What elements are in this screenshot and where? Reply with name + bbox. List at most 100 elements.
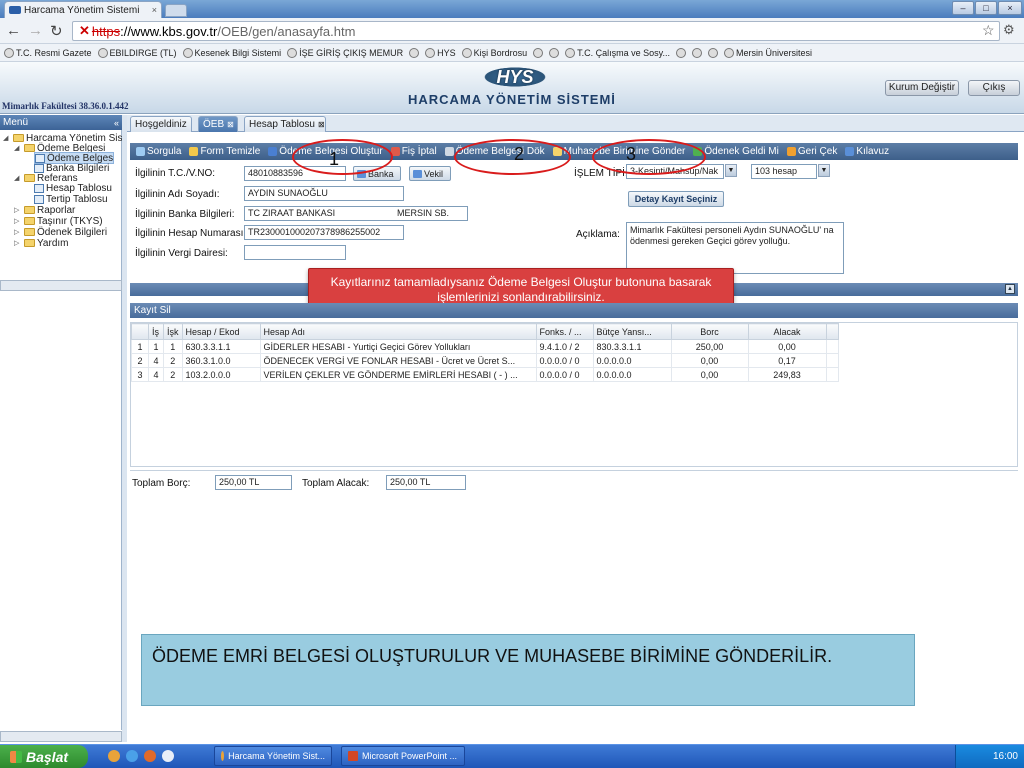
panel-splitter[interactable] bbox=[122, 115, 127, 742]
expanded-arrow-icon[interactable]: ◢ bbox=[14, 144, 22, 152]
taskbar-item-browser[interactable]: Harcama Yönetim Sist... bbox=[214, 746, 332, 766]
menu-bottom-scrollbar[interactable] bbox=[0, 731, 122, 742]
vekil-button[interactable]: Vekil bbox=[409, 166, 451, 181]
toolbar-button-label: Sorgula bbox=[147, 146, 182, 157]
grid-column-header[interactable]: Hesap / Ekod bbox=[181, 323, 261, 340]
close-tab-icon[interactable]: ⊠ bbox=[318, 120, 325, 129]
change-institution-button[interactable]: Kurum Değiştir bbox=[885, 80, 959, 96]
page-tab[interactable]: Hesap Tablosu ⊠ bbox=[244, 116, 326, 132]
menu-item[interactable]: ▷ Yardım bbox=[14, 237, 69, 249]
hesap-dropdown-icon[interactable]: ▼ bbox=[818, 164, 830, 177]
table-cell: 2 bbox=[131, 353, 149, 368]
bookmark-item[interactable] bbox=[549, 47, 560, 58]
expand-icon[interactable]: ▲ bbox=[1005, 284, 1015, 294]
collapsed-arrow-icon[interactable]: ▷ bbox=[14, 228, 22, 236]
toolbar-button[interactable]: Fiş İptal bbox=[390, 146, 437, 157]
bookmark-label: Kişi Bordrosu bbox=[473, 47, 528, 58]
quicklaunch-ie-icon[interactable] bbox=[126, 750, 138, 762]
grid-column-header[interactable]: Hesap Adı bbox=[259, 323, 537, 340]
expanded-arrow-icon[interactable]: ◢ bbox=[3, 134, 11, 142]
iban-input[interactable]: TR230001000207378986255002 bbox=[244, 225, 404, 240]
grid-column-header[interactable] bbox=[131, 323, 149, 340]
menu-horizontal-scrollbar[interactable] bbox=[0, 280, 122, 291]
close-window-icon[interactable]: × bbox=[998, 1, 1022, 15]
grid-header-row: İş İşk Hesap / Ekod Hesap Adı Fonks. / ... Bü… bbox=[131, 323, 839, 340]
grid-column-header[interactable]: İşk bbox=[163, 323, 183, 340]
taskbar-item-powerpoint[interactable]: Microsoft PowerPoint ... bbox=[341, 746, 465, 766]
records-grid: İş İşk Hesap / Ekod Hesap Adı Fonks. / ... Bü… bbox=[130, 322, 1018, 467]
bookmark-item[interactable] bbox=[533, 47, 544, 58]
collapsed-arrow-icon[interactable]: ▷ bbox=[14, 206, 22, 214]
reload-icon[interactable]: ↻ bbox=[50, 22, 63, 40]
collapse-menu-icon[interactable]: « bbox=[114, 116, 119, 131]
quicklaunch-desktop-icon[interactable] bbox=[162, 750, 174, 762]
hesap-select[interactable]: 103 hesap bbox=[751, 164, 817, 179]
address-bar[interactable]: ✕ https://www.kbs.gov.tr/OEB/gen/anasayf… bbox=[72, 21, 1000, 41]
grid-column-header[interactable]: Fonks. / ... bbox=[535, 323, 594, 340]
bookmark-icon bbox=[97, 47, 108, 58]
bookmark-item[interactable] bbox=[708, 47, 719, 58]
collapsed-arrow-icon[interactable]: ▷ bbox=[14, 239, 22, 247]
bookmark-item[interactable]: T.C. Çalışma ve Sosy... bbox=[565, 47, 670, 58]
bookmark-item[interactable]: Mersin Üniversitesi bbox=[724, 47, 812, 58]
bookmark-item[interactable]: İŞE GİRİŞ ÇIKIŞ MEMUR bbox=[287, 47, 403, 58]
total-credit-label: Toplam Alacak: bbox=[302, 478, 370, 489]
logout-button[interactable]: Çıkış bbox=[968, 80, 1020, 96]
bookmark-label: T.C. Resmi Gazete bbox=[16, 47, 92, 58]
tax-office-input[interactable] bbox=[244, 245, 346, 260]
quicklaunch-chrome-icon[interactable] bbox=[108, 750, 120, 762]
collapsed-arrow-icon[interactable]: ▷ bbox=[14, 217, 22, 225]
start-button[interactable]: Başlat bbox=[0, 745, 88, 768]
grid-header[interactable]: Kayıt Sil bbox=[130, 303, 1018, 318]
maximize-icon[interactable]: □ bbox=[975, 1, 997, 15]
minimize-icon[interactable]: – bbox=[952, 1, 974, 15]
page-tab[interactable]: Hoşgeldiniz bbox=[130, 116, 192, 132]
page-tab[interactable]: ÖEB ⊠ bbox=[198, 116, 238, 132]
bookmark-item[interactable]: Kişi Bordrosu bbox=[461, 47, 528, 58]
grid-column-header[interactable]: Bütçe Yansı... bbox=[592, 323, 672, 340]
table-cell bbox=[825, 339, 839, 354]
bank-info-input[interactable]: TC ZIRAAT BANKASI MERSIN SB. bbox=[244, 206, 468, 221]
bookmark-item[interactable]: EBILDIRGE (TL) bbox=[97, 47, 177, 58]
toolbar-button[interactable]: Geri Çek bbox=[786, 146, 837, 157]
menu-item-label: Hesap Tablosu bbox=[46, 182, 112, 194]
bookmark-item[interactable] bbox=[409, 47, 420, 58]
table-row[interactable]: 3 4 2 103.2.0.0.0 VERİLEN ÇEKLER VE GÖNDERME… bbox=[131, 367, 839, 382]
back-icon[interactable]: ← bbox=[6, 22, 21, 39]
table-row[interactable]: 1 1 1 630.3.3.1.1 GİDERLER HESABI - Yurtiçi … bbox=[131, 339, 839, 354]
grid-column-header[interactable] bbox=[825, 323, 839, 340]
bookmark-item[interactable]: T.C. Resmi Gazete bbox=[4, 47, 92, 58]
star-icon[interactable]: ☆ bbox=[982, 22, 995, 39]
toolbar-button[interactable]: Kılavuz bbox=[845, 146, 889, 157]
folder-icon bbox=[24, 206, 35, 214]
browser-tab[interactable]: Harcama Yönetim Sistemi × bbox=[4, 1, 162, 18]
bank-branch: MERSIN SB. bbox=[397, 208, 450, 218]
aciklama-textarea[interactable]: Mimarlık Fakültesi personeli Aydın SUNAO… bbox=[626, 222, 844, 274]
table-cell: 0,00 bbox=[670, 353, 749, 368]
vekil-button-label: Vekil bbox=[424, 168, 444, 179]
bookmark-icon bbox=[724, 47, 735, 58]
quicklaunch-firefox-icon[interactable] bbox=[144, 750, 156, 762]
bookmark-item[interactable] bbox=[676, 47, 687, 58]
close-tab-icon[interactable]: × bbox=[152, 5, 157, 15]
grid-column-header[interactable]: Borc bbox=[670, 323, 749, 340]
name-input[interactable]: AYDIN SUNAOĞLU bbox=[244, 186, 404, 201]
toolbar-icon bbox=[189, 147, 199, 156]
bookmark-item[interactable] bbox=[692, 47, 703, 58]
islem-dropdown-icon[interactable]: ▼ bbox=[725, 164, 737, 177]
toolbar-button[interactable]: Form Temizle bbox=[189, 146, 260, 157]
bookmark-item[interactable]: Kesenek Bilgi Sistemi bbox=[182, 47, 281, 58]
expanded-arrow-icon[interactable]: ◢ bbox=[14, 174, 22, 182]
bookmark-item[interactable]: HYS bbox=[425, 47, 456, 58]
grid-column-header[interactable]: İş bbox=[148, 323, 164, 340]
new-tab-button[interactable] bbox=[165, 4, 187, 17]
select-detail-record-button[interactable]: Detay Kayıt Seçiniz bbox=[628, 191, 724, 207]
toolbar-button[interactable]: Ödenek Geldi Mi bbox=[693, 146, 779, 157]
toolbar-button[interactable]: Sorgula bbox=[136, 146, 181, 157]
table-cell: 360.3.1.0.0 bbox=[181, 353, 261, 368]
table-row[interactable]: 2 4 2 360.3.1.0.0 ÖDENECEK VERGİ VE FONLAR H… bbox=[131, 353, 839, 368]
close-tab-icon[interactable]: ⊠ bbox=[227, 120, 234, 129]
forward-icon[interactable]: → bbox=[28, 22, 43, 39]
wrench-icon[interactable]: ⚙ bbox=[1003, 22, 1015, 38]
grid-column-header[interactable]: Alacak bbox=[747, 323, 827, 340]
